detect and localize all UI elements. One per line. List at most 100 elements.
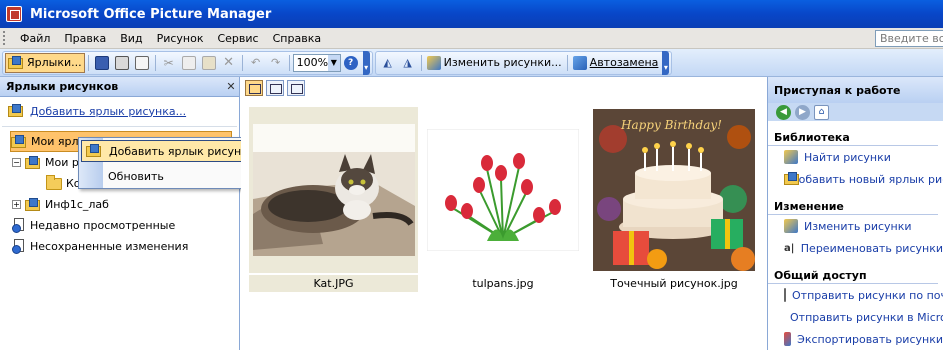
back-arrow-icon[interactable]: ◀ bbox=[776, 104, 791, 120]
add-shortcut-label: Добавить ярлык рисунка... bbox=[30, 104, 187, 118]
section-edit: Изменение bbox=[768, 198, 938, 215]
rotate-right-button[interactable]: ◮ bbox=[398, 53, 418, 73]
toolbar-separator bbox=[241, 54, 243, 71]
window-title: Microsoft Office Picture Manager bbox=[30, 6, 272, 22]
undo-button[interactable]: ↶ bbox=[246, 53, 266, 73]
task-add-new-shortcut[interactable]: Добавить новый ярлык рисунка bbox=[768, 168, 943, 190]
autocorrect-icon bbox=[572, 55, 587, 70]
menu-edit[interactable]: Правка bbox=[57, 32, 113, 45]
pane-title: Ярлыки рисунков bbox=[6, 80, 119, 93]
expand-icon[interactable]: + bbox=[12, 200, 21, 209]
paste-icon bbox=[201, 55, 216, 70]
tree-item-label: Инф1с_лаб bbox=[45, 198, 109, 211]
tree-item-inf1c-lab[interactable]: + Инф1с_лаб bbox=[0, 194, 239, 215]
task-label: Экспортировать рисунки bbox=[797, 332, 943, 346]
edit-pictures-icon bbox=[426, 55, 441, 70]
toolbar-separator bbox=[288, 54, 290, 71]
toolbar-separator bbox=[154, 54, 156, 71]
paste-button[interactable] bbox=[199, 53, 219, 73]
task-find-pictures[interactable]: Найти рисунки bbox=[768, 146, 943, 168]
task-pane-title: Приступая к работе bbox=[768, 77, 943, 103]
cut-button[interactable]: ✂ bbox=[159, 53, 179, 73]
shortcut-folder-icon bbox=[86, 144, 102, 158]
thumbnail-item[interactable]: tulpans.jpg bbox=[423, 107, 583, 292]
getting-started-task-pane: Приступая к работе ◀ ▶ ⌂ Библиотека Найт… bbox=[767, 77, 943, 350]
edit-pictures-icon bbox=[784, 219, 798, 233]
add-shortcut-icon bbox=[8, 104, 24, 118]
shortcut-folder-icon bbox=[11, 134, 27, 149]
task-label: Найти рисунки bbox=[804, 150, 891, 164]
close-icon[interactable]: ✕ bbox=[223, 80, 239, 93]
task-label: Добавить новый ярлык рисунка bbox=[790, 172, 943, 186]
autocorrect-button-label: Автозамена bbox=[589, 56, 659, 69]
toolbar-options-button[interactable] bbox=[662, 50, 670, 75]
rename-icon: a| bbox=[784, 242, 795, 254]
shortcut-folder-icon bbox=[8, 55, 24, 70]
shortcuts-button[interactable]: Ярлыки... bbox=[5, 52, 85, 73]
recent-pictures-icon bbox=[12, 218, 26, 233]
toolbar-separator bbox=[87, 54, 89, 71]
save-button[interactable] bbox=[92, 53, 112, 73]
autocorrect-button[interactable]: Автозамена bbox=[571, 53, 661, 73]
rotate-left-button[interactable]: ◭ bbox=[378, 53, 398, 73]
forward-arrow-icon[interactable]: ▶ bbox=[795, 104, 810, 120]
single-picture-view-button[interactable] bbox=[287, 80, 305, 96]
picture-manager-app-icon[interactable] bbox=[6, 6, 22, 22]
shortcut-folder-icon bbox=[25, 197, 41, 212]
menu-item-label: Обновить bbox=[108, 169, 164, 183]
task-email-pictures[interactable]: Отправить рисунки по почте bbox=[768, 284, 943, 306]
redo-button[interactable]: ↷ bbox=[266, 53, 286, 73]
menu-view[interactable]: Вид bbox=[113, 32, 149, 45]
help-button[interactable]: ? bbox=[341, 53, 361, 73]
unsaved-edits-item[interactable]: Несохраненные изменения bbox=[0, 236, 239, 257]
home-icon[interactable]: ⌂ bbox=[814, 104, 829, 120]
filmstrip-view-button[interactable] bbox=[266, 80, 284, 96]
help-question-input[interactable]: Введите вопрос bbox=[875, 30, 943, 47]
task-edit-pictures[interactable]: Изменить рисунки bbox=[768, 215, 943, 237]
save-icon bbox=[94, 55, 109, 70]
edit-pictures-button[interactable]: Изменить рисунки... bbox=[425, 53, 564, 73]
unsaved-edits-icon bbox=[12, 239, 26, 254]
unsaved-edits-label: Несохраненные изменения bbox=[30, 240, 189, 253]
rotate-left-icon: ◭ bbox=[383, 56, 392, 69]
menu-help[interactable]: Справка bbox=[266, 32, 328, 45]
task-send-to-microsoft[interactable]: Отправить рисунки в Microsoft bbox=[768, 306, 943, 328]
undo-icon: ↶ bbox=[251, 56, 261, 69]
task-export-pictures[interactable]: Экспортировать рисунки bbox=[768, 328, 943, 350]
zoom-value: 100% bbox=[296, 56, 329, 69]
folder-icon bbox=[46, 174, 62, 190]
delete-button[interactable]: ✕ bbox=[219, 53, 239, 73]
zoom-select[interactable]: 100% ▼ bbox=[292, 53, 341, 72]
pane-header: Ярлыки рисунков ✕ bbox=[0, 77, 239, 97]
export-icon bbox=[784, 332, 792, 346]
scissors-icon: ✂ bbox=[163, 55, 174, 70]
menubar-grip[interactable] bbox=[3, 31, 7, 45]
thumbnail-caption: tulpans.jpg bbox=[472, 277, 534, 290]
copy-button[interactable] bbox=[179, 53, 199, 73]
menu-bar: Файл Правка Вид Рисунок Сервис Справка В… bbox=[0, 28, 943, 49]
rotate-right-icon: ◮ bbox=[403, 56, 412, 69]
add-picture-shortcut-link[interactable]: Добавить ярлык рисунка... bbox=[0, 100, 239, 122]
redo-icon: ↷ bbox=[271, 56, 281, 69]
shortcuts-button-label: Ярлыки... bbox=[27, 56, 82, 69]
toolbar: Ярлыки... ✂ ✕ ↶ ↷ 100% ▼ ? ◭ ◮ Изменить … bbox=[0, 49, 943, 77]
collapse-icon[interactable]: − bbox=[12, 158, 21, 167]
toolbar-options-button[interactable] bbox=[362, 50, 370, 75]
recently-viewed-item[interactable]: Недавно просмотренные bbox=[0, 215, 239, 236]
menu-tools[interactable]: Сервис bbox=[210, 32, 265, 45]
menu-picture[interactable]: Рисунок bbox=[150, 32, 211, 45]
print-button[interactable] bbox=[112, 53, 132, 73]
standard-toolbar: Ярлыки... ✂ ✕ ↶ ↷ 100% ▼ ? bbox=[2, 50, 373, 75]
birthday-cake-picture-thumbnail: Happy Birthday! bbox=[593, 109, 755, 271]
section-library: Библиотека bbox=[768, 129, 938, 146]
menu-file[interactable]: Файл bbox=[13, 32, 57, 45]
email-button[interactable] bbox=[132, 53, 152, 73]
thumbnail-item[interactable]: Kat.JPG bbox=[249, 107, 418, 292]
thumbnail-item[interactable]: Happy Birthday! Точечный рисунок.jpg bbox=[589, 107, 759, 292]
thumbnail-view-button[interactable] bbox=[245, 80, 263, 96]
thumbnail-frame bbox=[249, 107, 418, 273]
task-rename-pictures[interactable]: a| Переименовать рисунки bbox=[768, 237, 943, 259]
task-pane-navbar: ◀ ▶ ⌂ bbox=[768, 103, 943, 121]
copy-icon bbox=[181, 55, 196, 70]
title-bar: Microsoft Office Picture Manager bbox=[0, 0, 943, 28]
